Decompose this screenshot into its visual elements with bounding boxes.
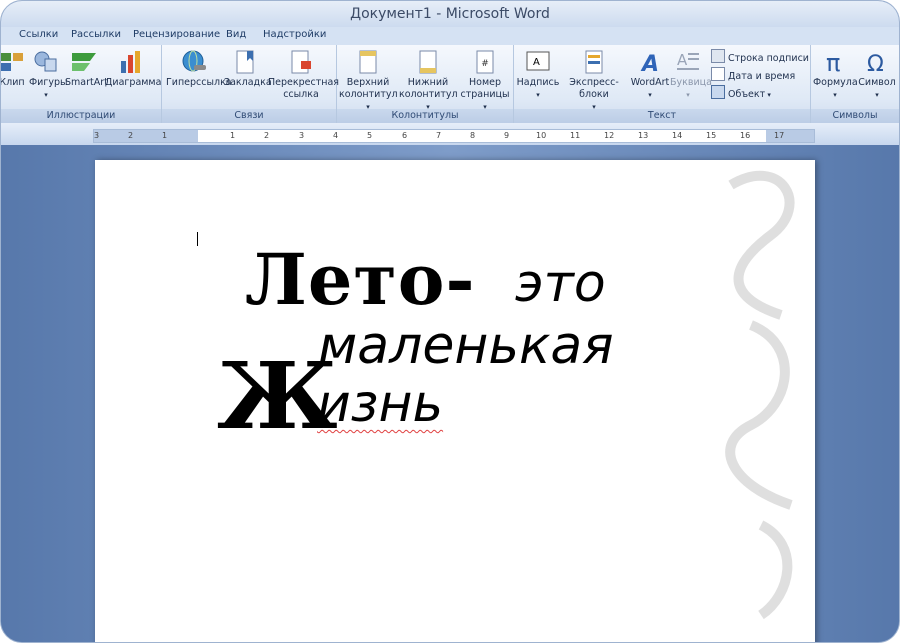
ruler-left-margin xyxy=(94,130,198,142)
ruler-tick: 11 xyxy=(570,131,581,140)
page-number-button[interactable]: # Номер страницы ▾ xyxy=(459,47,511,113)
group-caption-headers: Колонтитулы xyxy=(337,109,513,123)
group-symbols: π Формула ▾ Ω Символ ▾ Символы xyxy=(811,45,899,123)
page-number-icon: # xyxy=(476,50,494,74)
ruler-tick: 2 xyxy=(264,131,270,140)
symbol-button[interactable]: Ω Символ ▾ xyxy=(857,47,897,101)
omega-icon: Ω xyxy=(867,52,884,75)
object-icon xyxy=(711,85,725,99)
wordart-icon: A xyxy=(640,52,659,75)
ruler-tick: 6 xyxy=(402,131,408,140)
textbox-icon: A xyxy=(526,51,550,71)
ruler-tick: 4 xyxy=(333,131,339,140)
ruler-tick: 15 xyxy=(706,131,717,140)
decorative-watermark xyxy=(725,170,795,620)
horizontal-ruler[interactable]: 3 2 1 1 2 3 4 5 6 7 8 9 10 11 12 13 14 1… xyxy=(93,129,815,143)
signature-icon xyxy=(711,49,725,63)
ribbon: Клип Фигуры ▾ SmartArt Диаграмма Иллюстра… xyxy=(1,45,899,123)
dropcap-icon: A xyxy=(677,51,699,70)
ruler-tick: 1 xyxy=(230,131,236,140)
ruler-tick: 12 xyxy=(604,131,615,140)
text-line1-bold: Лето- xyxy=(245,238,476,321)
svg-text:A: A xyxy=(677,51,688,69)
ruler-tick: 3 xyxy=(94,131,100,140)
bookmark-button[interactable]: Закладка xyxy=(224,47,272,89)
ruler-tick: 1 xyxy=(162,131,168,140)
menu-tabs: Ссылки Рассылки Рецензирование Вид Надст… xyxy=(1,27,899,45)
ruler-tick: 10 xyxy=(536,131,547,140)
hyperlink-button[interactable]: Гиперссылка xyxy=(166,47,232,89)
text-line1-script: это xyxy=(515,254,606,314)
ruler-tick: 3 xyxy=(299,131,305,140)
clip-button[interactable]: Клип xyxy=(1,47,25,89)
group-caption-symbols: Символы xyxy=(811,109,899,123)
calendar-icon xyxy=(711,67,725,81)
svg-text:π: π xyxy=(826,49,840,75)
group-caption-links: Связи xyxy=(162,109,336,123)
smartart-button[interactable]: SmartArt xyxy=(65,47,108,89)
footer-icon xyxy=(419,50,437,74)
shapes-button[interactable]: Фигуры ▾ xyxy=(29,47,68,101)
crossref-icon xyxy=(291,50,311,74)
text-cursor xyxy=(197,232,198,246)
word-window: Документ1 - Microsoft Word Ссылки Рассыл… xyxy=(0,0,900,643)
chart-button[interactable]: Диаграмма xyxy=(105,47,161,89)
datetime-button[interactable]: Дата и время xyxy=(711,67,795,83)
window-title: Документ1 - Microsoft Word xyxy=(350,6,550,22)
quickparts-icon xyxy=(585,50,603,74)
quickparts-button[interactable]: Экспресс-блоки ▾ xyxy=(560,47,628,113)
text-line2: маленькая xyxy=(318,316,614,376)
svg-text:Ω: Ω xyxy=(867,52,884,75)
textbox-button[interactable]: A Надпись ▾ xyxy=(516,47,560,101)
ruler-tick: 5 xyxy=(367,131,373,140)
tab-review[interactable]: Рецензирование xyxy=(133,29,220,40)
tab-view[interactable]: Вид xyxy=(226,29,246,40)
title-bar: Документ1 - Microsoft Word xyxy=(1,1,899,27)
ruler-bar: 3 2 1 1 2 3 4 5 6 7 8 9 10 11 12 13 14 1… xyxy=(1,123,899,145)
group-headers-footers: Верхний колонтитул ▾ Нижний колонтитул ▾ #… xyxy=(337,45,514,123)
tab-addins[interactable]: Надстройки xyxy=(263,29,326,40)
shapes-icon xyxy=(34,51,57,72)
dropcap-button[interactable]: A Буквица ▾ xyxy=(670,47,712,101)
header-button[interactable]: Верхний колонтитул ▾ xyxy=(339,47,398,113)
clipart-icon xyxy=(1,53,23,71)
header-icon xyxy=(359,50,377,74)
svg-text:A: A xyxy=(640,52,659,75)
ruler-tick: 2 xyxy=(128,131,134,140)
tab-references[interactable]: Ссылки xyxy=(19,29,58,40)
bookmark-icon xyxy=(236,50,254,74)
ruler-tick: 7 xyxy=(436,131,442,140)
ruler-tick: 16 xyxy=(740,131,751,140)
ruler-tick: 8 xyxy=(470,131,476,140)
footer-button[interactable]: Нижний колонтитул ▾ xyxy=(399,47,458,113)
document-area: Лето- это маленькая Ж изнь xyxy=(1,145,899,642)
wordart-button[interactable]: A WordArt ▾ xyxy=(630,47,670,101)
ruler-tick: 13 xyxy=(638,131,649,140)
group-links: Гиперссылка Закладка Перекрестная ссылка … xyxy=(162,45,339,123)
ruler-tick: 14 xyxy=(672,131,683,140)
smartart-icon xyxy=(72,53,96,71)
text-line3: изнь xyxy=(317,374,444,434)
ruler-tick: 17 xyxy=(774,131,785,140)
group-text: A Надпись ▾ Экспресс-блоки ▾ A WordArt ▾ A … xyxy=(514,45,811,123)
svg-text:A: A xyxy=(533,57,540,68)
svg-text:#: # xyxy=(481,59,489,69)
object-button[interactable]: Объект ▾ xyxy=(711,85,771,101)
equation-button[interactable]: π Формула ▾ xyxy=(813,47,858,101)
signature-line-button[interactable]: Строка подписи ▾ xyxy=(711,49,810,79)
tab-mailings[interactable]: Рассылки xyxy=(71,29,121,40)
ruler-tick: 9 xyxy=(504,131,510,140)
globe-link-icon xyxy=(182,50,206,72)
chart-icon xyxy=(121,51,140,73)
group-caption-illustrations: Иллюстрации xyxy=(1,109,161,123)
pi-icon: π xyxy=(826,49,840,75)
crossref-button[interactable]: Перекрестная ссылка xyxy=(268,47,339,101)
group-caption-text: Текст xyxy=(514,109,810,123)
group-illustrations: Клип Фигуры ▾ SmartArt Диаграмма Иллюстра… xyxy=(1,45,162,123)
